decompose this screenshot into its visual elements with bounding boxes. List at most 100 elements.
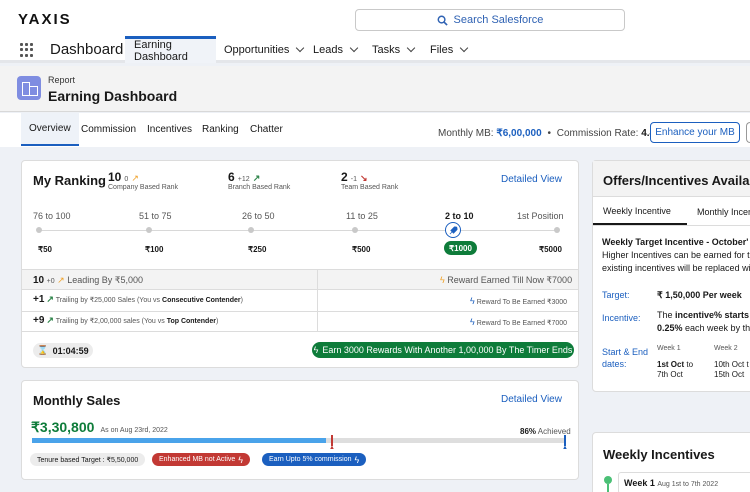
dates-label: Start & End dates: bbox=[602, 346, 648, 370]
scale-dot bbox=[554, 227, 560, 233]
target-label: Target: bbox=[602, 290, 630, 300]
enhanced-pill-text: Enhanced MB not Active bbox=[159, 456, 236, 463]
offer-heading: Weekly Target Incentive - October' bbox=[602, 237, 749, 247]
earn-rewards-banner[interactable]: ϟ Earn 3000 Rewards With Another 1,00,00… bbox=[312, 342, 574, 358]
current-reward-badge: ₹1000 bbox=[444, 241, 477, 255]
company-rank: 10 0 ↗ Company Based Rank bbox=[108, 170, 178, 191]
week-item-dates: Aug 1st to 7th 2022 bbox=[657, 481, 719, 488]
tab-leads[interactable]: Leads bbox=[313, 36, 359, 63]
row-reward: ϟ Reward To Be Earned ₹3000 bbox=[470, 296, 567, 306]
mb-label: Monthly MB: bbox=[438, 128, 494, 139]
row-reward-text: Reward To Be Earned ₹7000 bbox=[476, 320, 568, 327]
tab-tasks[interactable]: Tasks bbox=[372, 36, 416, 63]
trend-flat-icon: ↗ bbox=[57, 275, 65, 285]
scale-range: 11 to 25 bbox=[346, 211, 378, 221]
app-launcher-icon[interactable] bbox=[20, 43, 34, 57]
week-item-label: Week 1 bbox=[624, 478, 655, 488]
overflow-button[interactable] bbox=[746, 122, 750, 143]
rank-delta: +12 bbox=[237, 176, 250, 183]
week-end: 7th Oct bbox=[657, 370, 683, 379]
table-row: +9 ↗ Trailing by ₹2,00,000 sales (You vs… bbox=[33, 315, 218, 326]
page-title: Earning Dashboard bbox=[48, 88, 178, 104]
global-search[interactable]: Search Salesforce bbox=[355, 9, 625, 31]
week-dates: 10th Oct t 15th Oct bbox=[714, 360, 749, 380]
subtab-overview[interactable]: Overview bbox=[21, 113, 79, 146]
row-divider bbox=[22, 331, 578, 332]
subtab-chatter[interactable]: Chatter bbox=[242, 113, 291, 146]
sales-as-on: As on Aug 23rd, 2022 bbox=[100, 427, 168, 434]
separator: • bbox=[547, 128, 551, 139]
offer-desc-line: existing incentives will be replaced wit bbox=[602, 263, 750, 273]
week-to: to bbox=[686, 360, 694, 369]
enhance-mb-button[interactable]: Enhance your MB bbox=[650, 122, 740, 143]
scale-range: 51 to 75 bbox=[139, 211, 172, 221]
scale-reward: ₹5000 bbox=[539, 245, 562, 254]
target-value: ₹ 1,50,000 Per week bbox=[657, 290, 742, 300]
week-label: Week 1 bbox=[657, 345, 681, 352]
summary-delta: +0 bbox=[46, 278, 55, 285]
tab-files[interactable]: Files bbox=[430, 36, 469, 63]
scale-dot bbox=[352, 227, 358, 233]
row-text-end: ) bbox=[215, 318, 219, 325]
tab-monthly-incentive[interactable]: Monthly Incen bbox=[697, 198, 750, 225]
tab-label: Opportunities bbox=[224, 43, 290, 56]
target-pill: Tenure based Target : ₹5,50,000 bbox=[30, 453, 146, 466]
scale-dot bbox=[146, 227, 152, 233]
object-label: Report bbox=[48, 75, 76, 85]
chevron-down-icon[interactable] bbox=[406, 43, 416, 53]
ranking-detailed-view-link[interactable]: Detailed View bbox=[501, 174, 562, 185]
incentive-bold: incentive% starts bbox=[675, 310, 750, 320]
incentive-label: Incentive: bbox=[602, 313, 641, 323]
chevron-down-icon[interactable] bbox=[296, 43, 305, 53]
search-icon bbox=[437, 15, 448, 26]
company-logo[interactable]: YAXIS bbox=[18, 11, 72, 28]
bolt-icon: ϟ bbox=[470, 296, 475, 306]
branch-rank: 6 +12 ↗ Branch Based Rank bbox=[228, 170, 290, 191]
timer-value: 01:04:59 bbox=[52, 345, 89, 356]
tab-weekly-incentive[interactable]: Weekly Incentive bbox=[593, 198, 687, 225]
achieved-pct: 86% bbox=[520, 427, 537, 436]
mb-value: ₹6,00,000 bbox=[496, 128, 542, 139]
dates-label-line: Start & End bbox=[602, 347, 649, 357]
incentive-line2: 0.25% each week by th bbox=[657, 322, 750, 335]
subtab-commission[interactable]: Commission bbox=[73, 113, 144, 146]
sales-progress-track bbox=[32, 438, 566, 443]
subtab-incentives[interactable]: Incentives bbox=[139, 113, 200, 146]
rank-scale-line bbox=[38, 230, 558, 231]
scale-reward: ₹500 bbox=[352, 245, 371, 254]
weekly-title: Weekly Incentives bbox=[603, 447, 715, 462]
goal-marker-arrow-icon: ▲ bbox=[562, 445, 568, 451]
scale-reward: ₹250 bbox=[248, 245, 267, 254]
chevron-down-icon[interactable] bbox=[459, 43, 469, 53]
row-text: Trailing by ₹25,000 Sales (You vs bbox=[55, 297, 163, 304]
bolt-icon: ϟ bbox=[313, 345, 319, 355]
tab-opportunities[interactable]: Opportunities bbox=[224, 36, 305, 63]
enhanced-mb-pill[interactable]: Enhanced MB not Active ϟ bbox=[152, 453, 251, 466]
scale-dot bbox=[248, 227, 254, 233]
subtab-ranking[interactable]: Ranking bbox=[194, 113, 247, 146]
scale-dot bbox=[36, 227, 42, 233]
bolt-icon: ϟ bbox=[440, 275, 445, 285]
commission-pill-text: Earn Upto 5% commission bbox=[269, 456, 352, 463]
earn-banner-text: Earn 3000 Rewards With Another 1,00,000 … bbox=[322, 345, 573, 355]
commission-pill[interactable]: Earn Upto 5% commission ϟ bbox=[262, 453, 367, 466]
offer-desc-line: Higher Incentives can be earned for th bbox=[602, 250, 750, 260]
sales-amount: ₹3,30,800 bbox=[31, 419, 95, 435]
sales-detailed-view-link[interactable]: Detailed View bbox=[501, 394, 562, 405]
rank-delta: 0 bbox=[124, 176, 129, 183]
trend-down-icon: ↘ bbox=[360, 173, 368, 183]
offers-tab-divider bbox=[593, 225, 750, 226]
tab-earning-dashboard[interactable]: Earning Dashboard bbox=[125, 36, 216, 63]
sales-progress-fill bbox=[32, 438, 326, 443]
rank-value: 2 bbox=[341, 170, 348, 184]
my-ranking-card bbox=[21, 160, 579, 368]
row-reward-text: Reward To Be Earned ₹3000 bbox=[476, 299, 568, 306]
countdown-timer: ⌛ 01:04:59 bbox=[33, 343, 93, 358]
timeline-line bbox=[607, 484, 609, 492]
sales-title: Monthly Sales bbox=[33, 393, 121, 408]
week-end: 15th Oct bbox=[714, 370, 745, 379]
row-delta: +9 bbox=[33, 315, 45, 326]
week-start: 10th Oct t bbox=[714, 360, 749, 369]
rank-value: 10 bbox=[108, 170, 122, 184]
chevron-down-icon[interactable] bbox=[349, 43, 359, 53]
